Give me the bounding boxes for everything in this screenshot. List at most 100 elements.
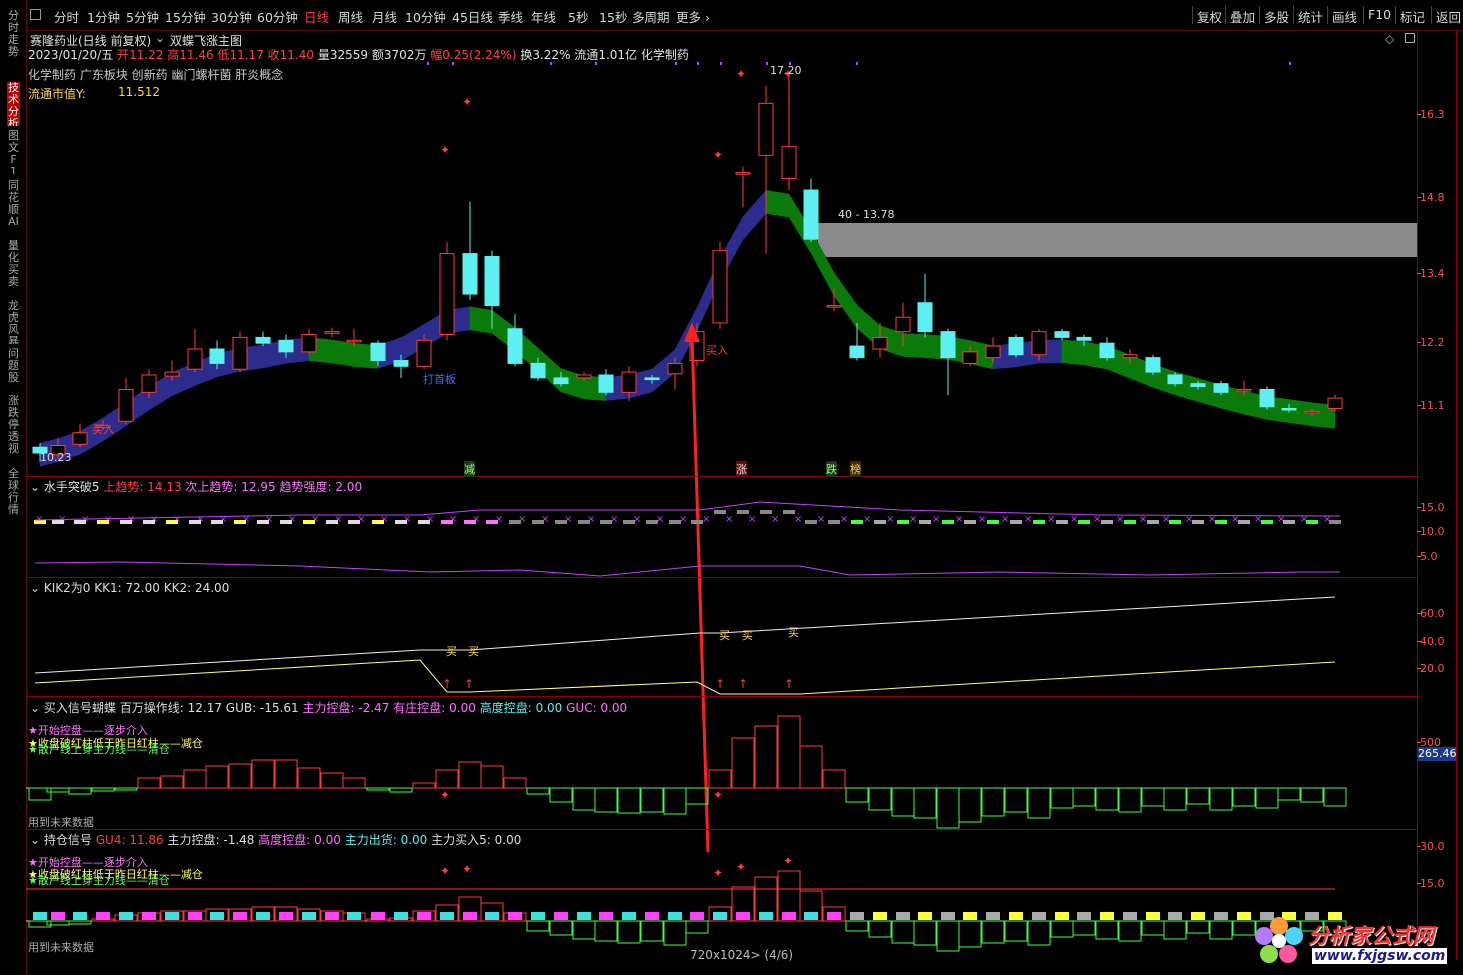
- signal-dot: [766, 62, 768, 65]
- panel2-tick: 10.0: [1417, 525, 1445, 538]
- panel5-seg: [804, 912, 818, 920]
- candle-body: [940, 331, 956, 359]
- candle-body: [118, 388, 134, 422]
- panel5-seg: [941, 912, 955, 920]
- panel5-bar: [891, 920, 915, 944]
- panel-divider: [26, 696, 1417, 697]
- panel2-bar: [143, 520, 155, 524]
- candle-body: [735, 172, 751, 175]
- chevron-down-icon[interactable]: ⌄: [30, 833, 40, 847]
- panel2-bar: [1101, 520, 1113, 524]
- panel2-bar: [120, 520, 132, 524]
- panel5-bar: [1072, 920, 1096, 936]
- candle-body: [164, 371, 180, 377]
- panel4-key: GUC:: [566, 701, 597, 715]
- panel2-bar: [532, 520, 544, 524]
- candle-body: [416, 339, 432, 367]
- panel4-bar: [1027, 787, 1051, 819]
- buy-marker: 买: [719, 629, 730, 642]
- panel-divider: [26, 577, 1417, 578]
- panel2-bar: [234, 520, 246, 524]
- panel2-cross: ×: [1093, 514, 1101, 525]
- panel2-bar: [760, 510, 772, 514]
- panel4-bar: [1095, 787, 1119, 811]
- panel4-bar: [1163, 787, 1187, 811]
- chevron-down-icon[interactable]: ⌄: [30, 701, 40, 715]
- panel5-seg: [1077, 912, 1091, 920]
- chevron-down-icon[interactable]: ⌄: [30, 581, 40, 595]
- panel2-bar: [964, 520, 976, 524]
- mcap-label: 流通市值Y:: [28, 87, 86, 101]
- panel5-seg: [51, 912, 65, 920]
- panel2-line: [34, 561, 1340, 577]
- low-price-label: 10.23: [40, 451, 72, 464]
- panel4-value: 0.00: [449, 701, 476, 715]
- panel2-bar: [600, 520, 612, 524]
- panel4-bar: [1186, 787, 1210, 805]
- panel4-bar: [572, 787, 596, 811]
- panel2-bar: [1283, 520, 1295, 524]
- panel5-bar: [913, 920, 937, 946]
- panel3-tick: 60.0: [1417, 607, 1445, 620]
- chevron-down-icon[interactable]: ⌄: [155, 31, 165, 45]
- panel2-bar: [1124, 520, 1136, 524]
- panel5-seg: [256, 912, 270, 920]
- reduce-label: 减: [464, 461, 475, 477]
- candle-body: [826, 305, 842, 308]
- mcap-value: 11.512: [118, 85, 160, 99]
- panel4-title[interactable]: 买入信号蝴蝶: [44, 701, 116, 715]
- panel5-tick: 30.0: [1417, 840, 1445, 853]
- panel2-bar: [1306, 520, 1318, 524]
- panel2-bar: [987, 520, 999, 524]
- panel4-bar: [777, 715, 801, 789]
- ma-ribbon: [1197, 378, 1222, 409]
- panel5-value: 0.00: [494, 833, 522, 847]
- panel4-bar: [389, 787, 413, 793]
- price-tick: 11.1: [1417, 399, 1445, 412]
- open-label: 开: [117, 48, 130, 62]
- buy-signal-label: 买入: [706, 344, 728, 357]
- diamond-icon[interactable]: ◇: [1385, 32, 1394, 46]
- panel2-bar: [669, 520, 681, 524]
- candle-body: [530, 362, 546, 379]
- candle-body: [1145, 357, 1161, 373]
- panel5-seg: [599, 912, 613, 920]
- panel5-seg: [1032, 912, 1046, 920]
- panel5-bar: [594, 920, 618, 942]
- panel2-bar: [1010, 520, 1022, 524]
- panel4-bar: [1323, 787, 1347, 807]
- panel5-seg: [918, 912, 932, 920]
- price-tick: 12.2: [1417, 336, 1445, 349]
- panel2-cross: ×: [886, 514, 894, 525]
- butterfly-icon: ✦: [713, 148, 723, 162]
- quote-date: 2023/01/20/五: [28, 48, 114, 62]
- chevron-down-icon[interactable]: ⌄: [30, 480, 40, 494]
- panel4-bar: [981, 787, 1005, 817]
- float-label: 流通: [574, 48, 599, 62]
- candle-body: [1190, 383, 1206, 388]
- panel3-title[interactable]: KIK2为0: [44, 581, 91, 595]
- buy-marker: 买: [446, 645, 457, 658]
- restore-icon[interactable]: [1405, 33, 1415, 43]
- panel2-bar: [372, 520, 384, 524]
- panel5-bar: [868, 920, 892, 938]
- panel5-seg: [1146, 912, 1160, 920]
- candle-body: [1099, 342, 1115, 359]
- panel5-title[interactable]: 持仓信号: [44, 833, 92, 847]
- butterfly-icon: ✦: [713, 788, 723, 802]
- resistance-label: 40 - 13.78: [838, 208, 895, 221]
- panel4-bar: [663, 787, 687, 815]
- candle-body: [462, 253, 478, 295]
- price-tick: 16.3: [1417, 108, 1445, 121]
- signal-dot: [720, 62, 722, 65]
- panel5-bar: [1027, 920, 1051, 946]
- panel5-bar: [1209, 920, 1233, 940]
- panel5-seg: [759, 912, 773, 920]
- panel5-seg: [233, 912, 247, 920]
- panel2-bar: [1215, 520, 1227, 524]
- candle-body: [598, 374, 614, 393]
- candle-body: [553, 377, 569, 385]
- panel2-cross: ×: [725, 514, 733, 525]
- panel2-title[interactable]: 水手突破5: [44, 480, 100, 494]
- panel4-key: 有庄控盘:: [393, 701, 446, 715]
